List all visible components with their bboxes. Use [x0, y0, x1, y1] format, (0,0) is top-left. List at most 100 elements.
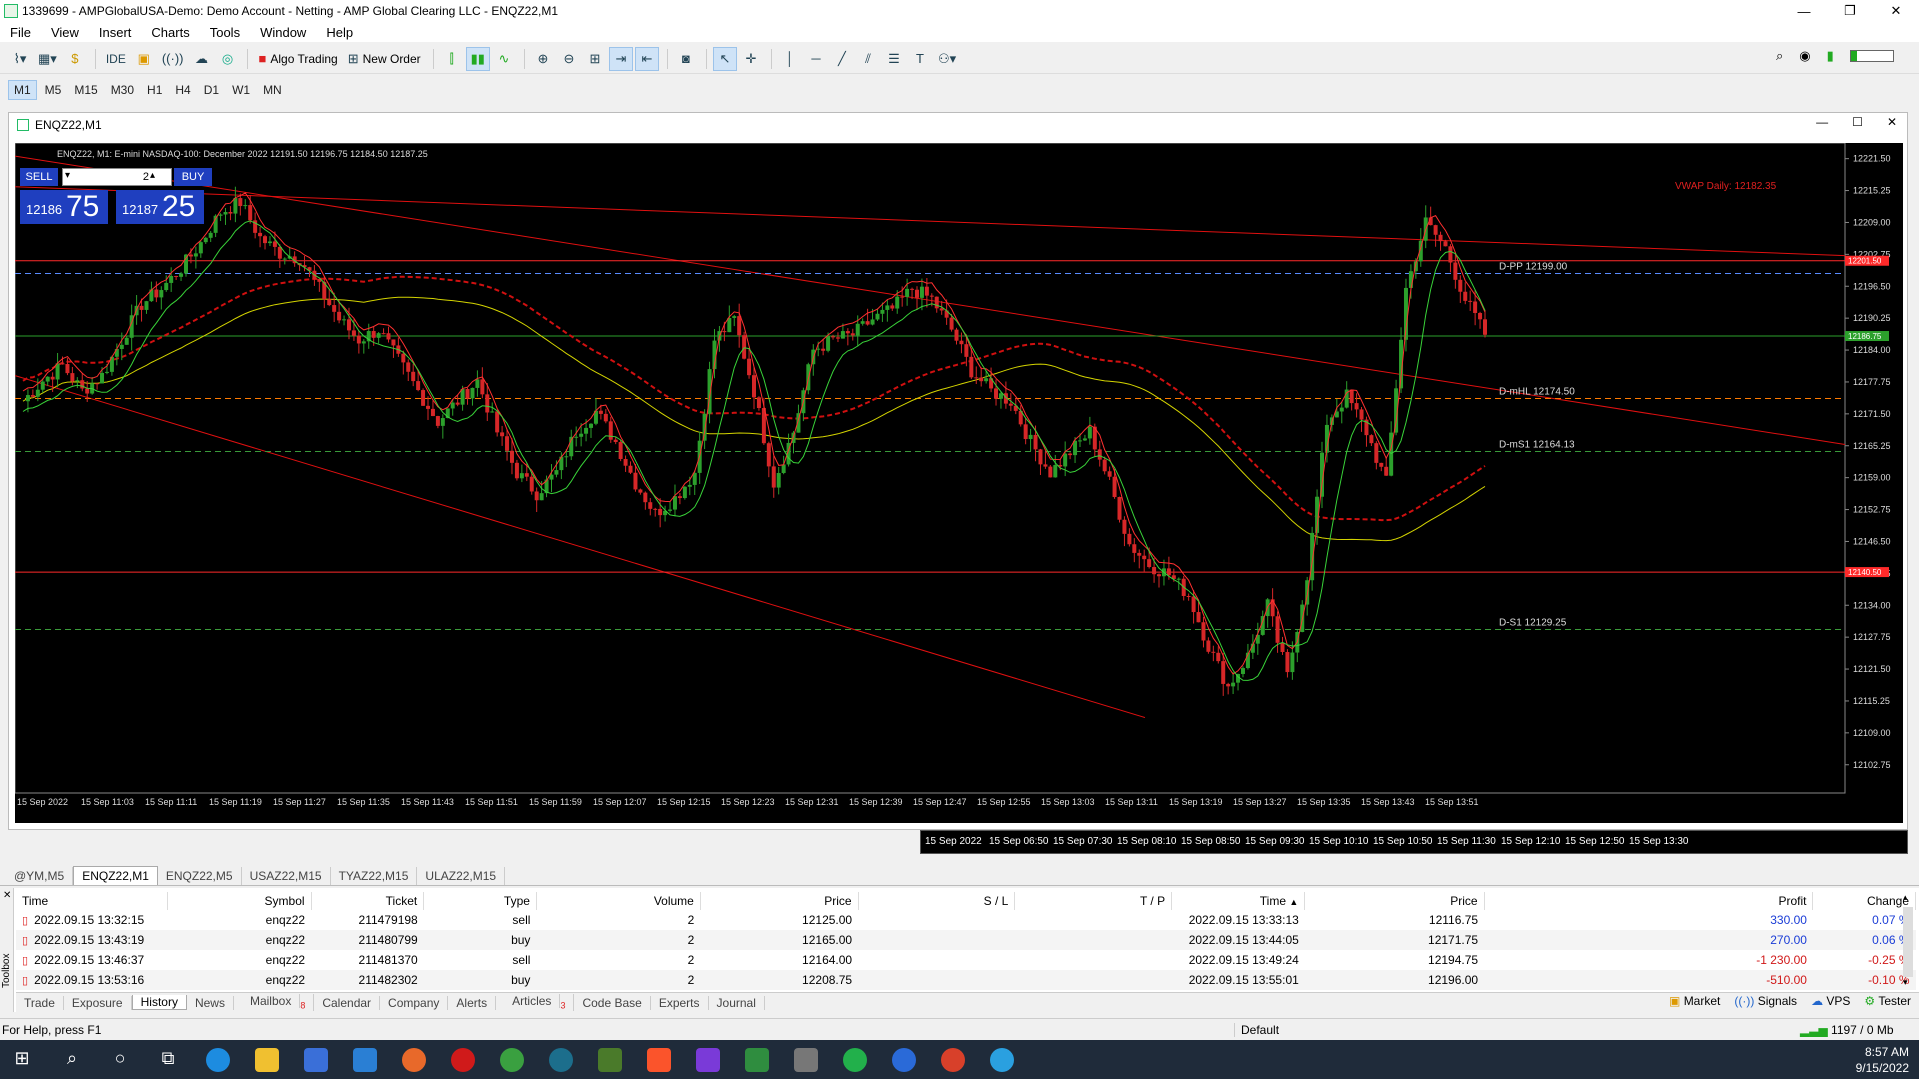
- metatrader-icon[interactable]: [745, 1048, 769, 1072]
- app-green-icon[interactable]: [598, 1048, 622, 1072]
- toolbox-tab-experts[interactable]: Experts: [651, 995, 709, 1010]
- start-icon[interactable]: ⊞: [10, 1048, 34, 1072]
- col-sl[interactable]: S / L: [858, 892, 1016, 910]
- text-icon[interactable]: T: [908, 47, 932, 71]
- search-icon[interactable]: ⌕: [1776, 48, 1783, 64]
- screenshot-icon[interactable]: ◙: [674, 47, 698, 71]
- chart-tab[interactable]: @YM,M5: [6, 867, 74, 885]
- shapes-icon[interactable]: ⚇▾: [934, 47, 960, 71]
- volume-input[interactable]: 2: [62, 168, 172, 186]
- dollar-icon[interactable]: $: [63, 47, 87, 71]
- scroll-down-icon[interactable]: ▾: [1903, 977, 1915, 988]
- toolbox-tab-codebase[interactable]: Code Base: [574, 995, 651, 1010]
- close-button[interactable]: ✕: [1873, 0, 1919, 22]
- tf-m30[interactable]: M30: [106, 81, 139, 99]
- chart-tab[interactable]: ULAZ22,M15: [417, 867, 506, 885]
- toolbox-tab-articles[interactable]: Articles 3: [496, 994, 575, 1011]
- file-explorer-icon[interactable]: [255, 1048, 279, 1072]
- toolbox-tab-trade[interactable]: Trade: [16, 995, 64, 1010]
- crosshair-icon[interactable]: ✛: [739, 47, 763, 71]
- col-close-price[interactable]: Price: [1304, 892, 1485, 910]
- zoom-in-icon[interactable]: ⊕: [531, 47, 555, 71]
- col-type[interactable]: Type: [423, 892, 537, 910]
- minimize-button[interactable]: —: [1781, 0, 1827, 22]
- vps-link[interactable]: ☁ VPS: [1811, 994, 1850, 1008]
- store-icon[interactable]: [304, 1048, 328, 1072]
- volume-down-icon[interactable]: ▾: [65, 170, 70, 181]
- buy-button[interactable]: BUY: [174, 168, 212, 186]
- chart-canvas[interactable]: ENQZ22, M1: E-mini NASDAQ-100: December …: [14, 142, 1903, 823]
- navigator-time-axis[interactable]: 15 Sep 2022 15 Sep 06:50 15 Sep 07:30 15 Se…: [920, 830, 1908, 854]
- tile-windows-icon[interactable]: ⊞: [583, 47, 607, 71]
- vertical-line-icon[interactable]: │: [778, 47, 802, 71]
- toolbox-tab-exposure[interactable]: Exposure: [64, 995, 132, 1010]
- menu-charts[interactable]: Charts: [141, 25, 199, 40]
- task-view-icon[interactable]: ⧉: [156, 1048, 180, 1072]
- horizontal-line-icon[interactable]: ─: [804, 47, 828, 71]
- chart-restore-button[interactable]: ☐: [1852, 115, 1863, 129]
- line-chart-icon[interactable]: ∿: [492, 47, 516, 71]
- market-link[interactable]: ▣ Market: [1669, 994, 1720, 1008]
- menu-window[interactable]: Window: [250, 25, 316, 40]
- edge-icon[interactable]: [206, 1048, 230, 1072]
- qbittorrent-icon[interactable]: [892, 1048, 916, 1072]
- signals-icon[interactable]: ((·)): [158, 47, 188, 71]
- app-car-icon[interactable]: [794, 1048, 818, 1072]
- tf-h1[interactable]: H1: [142, 81, 167, 99]
- col-change[interactable]: Change: [1812, 892, 1916, 910]
- new-order-button[interactable]: ⊞ New Order: [344, 47, 425, 71]
- ide-button[interactable]: IDE: [102, 47, 130, 71]
- opera-icon[interactable]: [451, 1048, 475, 1072]
- history-row[interactable]: ▯ 2022.09.15 13:32:15 enqz22 211479198 sell 2…: [16, 910, 1916, 930]
- globe-icon[interactable]: ◎: [215, 47, 239, 71]
- history-row[interactable]: ▯ 2022.09.15 13:43:19 enqz22 211480799 buy 2 1…: [16, 930, 1916, 950]
- cursor-icon[interactable]: ↖: [712, 46, 737, 71]
- col-profit[interactable]: Profit: [1484, 892, 1814, 910]
- chart-close-button[interactable]: ✕: [1887, 115, 1897, 129]
- telegram-icon[interactable]: [990, 1048, 1014, 1072]
- toolbox-tab-alerts[interactable]: Alerts: [448, 995, 497, 1010]
- menu-help[interactable]: Help: [316, 25, 363, 40]
- col-price[interactable]: Price: [700, 892, 859, 910]
- col-ticket[interactable]: Ticket: [311, 892, 425, 910]
- chart-tab[interactable]: TYAZ22,M15: [331, 867, 418, 885]
- whatsapp-icon[interactable]: [843, 1048, 867, 1072]
- autoscroll-icon[interactable]: ⇥: [608, 46, 633, 71]
- tf-mn[interactable]: MN: [258, 81, 287, 99]
- cortana-icon[interactable]: ○: [108, 1048, 132, 1072]
- history-row[interactable]: ▯ 2022.09.15 13:46:37 enqz22 211481370 sell 2…: [16, 950, 1916, 970]
- tf-w1[interactable]: W1: [227, 81, 255, 99]
- toolbox-tab-journal[interactable]: Journal: [709, 995, 765, 1010]
- chart-tab[interactable]: USAZ22,M15: [242, 867, 331, 885]
- trendline-icon[interactable]: ╱: [830, 47, 854, 71]
- chart-shift-icon[interactable]: ⇤: [634, 46, 659, 71]
- col-time[interactable]: Time: [16, 892, 169, 910]
- scroll-up-icon[interactable]: ▴: [1903, 892, 1915, 903]
- market-icon[interactable]: ▣: [132, 47, 156, 71]
- vps-icon[interactable]: ☁: [189, 47, 213, 71]
- firefox-icon[interactable]: [402, 1048, 426, 1072]
- toolbox-tab-history[interactable]: History: [131, 995, 187, 1010]
- restore-button[interactable]: ❐: [1827, 0, 1873, 22]
- app-globe-icon[interactable]: [549, 1048, 573, 1072]
- history-scrollbar[interactable]: ▴ ▾: [1903, 892, 1915, 992]
- chart-type-icon[interactable]: ⌇▾: [8, 47, 32, 71]
- menu-insert[interactable]: Insert: [89, 25, 142, 40]
- tester-link[interactable]: ⚙ Tester: [1864, 994, 1911, 1008]
- taskbar-search-icon[interactable]: ⌕: [60, 1048, 84, 1072]
- buy-price-box[interactable]: 12187 25: [116, 190, 204, 224]
- toolbox-tab-news[interactable]: News: [187, 995, 234, 1010]
- sell-button[interactable]: SELL: [20, 168, 58, 186]
- fibonacci-icon[interactable]: ☰: [882, 47, 906, 71]
- toolbox-tab-calendar[interactable]: Calendar: [314, 995, 381, 1010]
- bar-chart-icon[interactable]: ⫿: [440, 47, 464, 71]
- tf-d1[interactable]: D1: [199, 81, 224, 99]
- tf-h4[interactable]: H4: [170, 81, 195, 99]
- toolbox-tab-mailbox[interactable]: Mailbox 8: [234, 994, 315, 1011]
- menu-view[interactable]: View: [41, 25, 89, 40]
- templates-icon[interactable]: ▦▾: [34, 47, 61, 71]
- toolbox-close-icon[interactable]: ✕: [3, 890, 11, 901]
- tf-m15[interactable]: M15: [69, 81, 102, 99]
- brave-icon[interactable]: [647, 1048, 671, 1072]
- col-tp[interactable]: T / P: [1014, 892, 1173, 910]
